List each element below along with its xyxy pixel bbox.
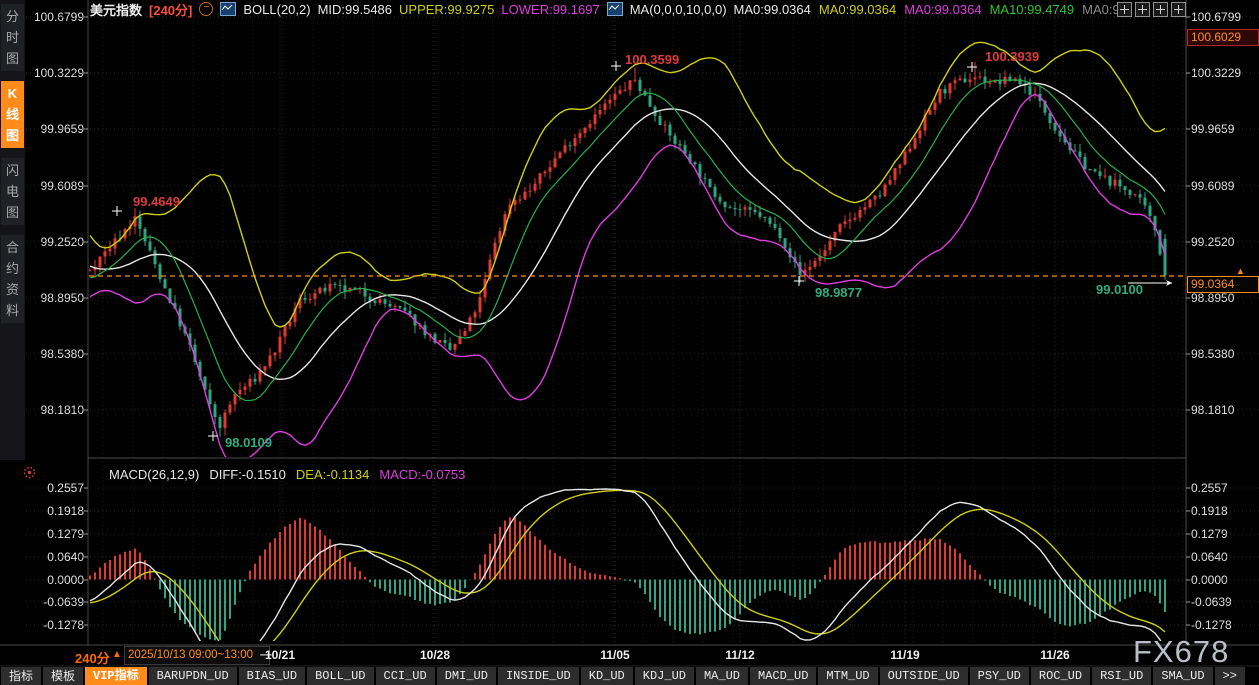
chart-tool-buttons xyxy=(1117,2,1186,17)
sidebar-tab-char: 约 xyxy=(1,258,24,279)
ma-chart-icon[interactable] xyxy=(607,2,623,16)
price-annotation: 99.0100 xyxy=(1096,282,1143,297)
date-axis: 240分 ▲ 2025/10/13 09:00~13:00 — 10/21 10/… xyxy=(0,645,1259,666)
date-label: 11/19 xyxy=(890,648,919,662)
date-range-text: 2025/10/13 09:00~13:00 xyxy=(128,649,253,661)
macd-settings-icon[interactable] xyxy=(22,465,37,483)
ma-label: MA(0,0,0,10,0,0) xyxy=(630,2,727,17)
date-label: 11/12 xyxy=(725,648,754,662)
macd-label: MACD(26,12,9) xyxy=(109,467,199,482)
indicator-header: 美元指数 [240分] − BOLL(20,2) MID:99.5486 UPP… xyxy=(90,1,1120,17)
collapse-circle-icon[interactable]: − xyxy=(199,2,213,16)
toolbar-tab-mtm_ud[interactable]: MTM_UD xyxy=(818,667,877,685)
boll-upper-value: UPPER:99.9275 xyxy=(399,2,494,17)
price-annotation: 100.3599 xyxy=(625,52,679,67)
date-label: 10/21 xyxy=(265,648,295,662)
pane-chart-icon[interactable] xyxy=(1153,2,1168,17)
price-annotation: 98.0109 xyxy=(225,435,272,450)
ma-value: MA10:99.4749 xyxy=(990,2,1075,17)
app-root: 分时图K线图闪电图合约资料 美元指数 [240分] − BOLL(20,2) M… xyxy=(0,0,1259,685)
ma-value: MA0:99.0364 xyxy=(904,2,981,17)
toolbar-tab-cci_ud[interactable]: CCI_UD xyxy=(376,667,435,685)
left-tab-sidebar: 分时图K线图闪电图合约资料 xyxy=(0,0,25,460)
zoom-axis-icon[interactable] xyxy=(1135,2,1150,17)
bottom-timeframe-label[interactable]: 240分 xyxy=(75,648,110,667)
date-range-box[interactable]: 2025/10/13 09:00~13:00 — xyxy=(124,646,270,665)
toolbar-tab-barupdn_ud[interactable]: BARUPDN_UD xyxy=(149,667,237,685)
price-annotation: 100.3939 xyxy=(985,49,1039,64)
macd-header: MACD(26,12,9) DIFF:-0.1510 DEA:-0.1134 M… xyxy=(22,465,465,483)
next-pane-icon[interactable] xyxy=(1171,2,1186,17)
chart-canvas[interactable] xyxy=(0,0,1259,685)
ma-value: MA0:9 xyxy=(1082,2,1120,17)
toolbar-tab-kdj_ud[interactable]: KDJ_UD xyxy=(635,667,694,685)
price-annotation: 98.9877 xyxy=(815,285,862,300)
ma-value: MA0:99.0364 xyxy=(819,2,896,17)
ma-value: MA0:99.0364 xyxy=(734,2,811,17)
sidebar-tab-char: 合 xyxy=(1,237,24,258)
toolbar-tab-kd_ud[interactable]: KD_UD xyxy=(581,667,633,685)
sidebar-tab-char: 分 xyxy=(1,6,24,27)
sidebar-tab-char: 料 xyxy=(1,300,24,321)
macd-diff-value: DIFF:-0.1510 xyxy=(209,467,286,482)
sidebar-tab-char: 闪 xyxy=(1,160,24,181)
boll-mid-value: MID:99.5486 xyxy=(318,2,392,17)
toolbar-tab-[interactable]: 指标 xyxy=(1,667,41,685)
timeframe-label[interactable]: [240分] xyxy=(149,0,192,19)
ma-values: MA0:99.0364 MA0:99.0364 MA0:99.0364 MA10:99… xyxy=(734,2,1120,17)
toolbar-tab-vip[interactable]: VIP指标 xyxy=(85,667,147,685)
toolbar-tab-dmi_ud[interactable]: DMI_UD xyxy=(437,667,496,685)
sidebar-tab-char: 资 xyxy=(1,279,24,300)
toolbar-tab-psy_ud[interactable]: PSY_UD xyxy=(970,667,1029,685)
toolbar-tab-roc_ud[interactable]: ROC_UD xyxy=(1031,667,1090,685)
toolbar-tab-bias_ud[interactable]: BIAS_UD xyxy=(239,667,305,685)
timeframe-up-arrow-icon[interactable]: ▲ xyxy=(112,649,122,660)
price-up-arrow-icon: ▲ xyxy=(1236,266,1245,276)
boll-label: BOLL(20,2) xyxy=(243,2,310,17)
symbol-name: 美元指数 xyxy=(90,0,142,19)
date-label: 11/05 xyxy=(600,648,629,662)
sidebar-tab-char: 图 xyxy=(1,202,24,223)
macd-dea-value: DEA:-0.1134 xyxy=(296,467,369,482)
sidebar-tab-char: 线 xyxy=(1,104,24,125)
sidebar-tab-3[interactable]: 闪电图 xyxy=(1,158,24,225)
sidebar-tab-char: 图 xyxy=(1,125,24,146)
sidebar-tab-4[interactable]: 合约资料 xyxy=(1,235,24,323)
toolbar-tab-outside_ud[interactable]: OUTSIDE_UD xyxy=(880,667,968,685)
sidebar-tab-char: K xyxy=(1,83,24,104)
session-high-box: 100.6029 xyxy=(1187,29,1259,46)
date-label: 10/28 xyxy=(420,648,450,662)
sidebar-tab-char: 图 xyxy=(1,48,24,69)
sidebar-tab-2[interactable]: K线图 xyxy=(1,81,24,148)
sidebar-tab-char: 电 xyxy=(1,181,24,202)
toolbar-tab-inside_ud[interactable]: INSIDE_UD xyxy=(498,667,579,685)
sidebar-tab-char: 时 xyxy=(1,27,24,48)
toolbar-tab-boll_ud[interactable]: BOLL_UD xyxy=(307,667,373,685)
boll-lower-value: LOWER:99.1697 xyxy=(501,2,599,17)
fx678-watermark: FX678 xyxy=(1133,634,1229,670)
sidebar-tab-1[interactable]: 分时图 xyxy=(1,4,24,71)
indicator-toolbar: 指标模板VIP指标BARUPDN_UDBIAS_UDBOLL_UDCCI_UDD… xyxy=(0,667,1259,685)
move-icon[interactable] xyxy=(1117,2,1132,17)
macd-macd-value: MACD:-0.0753 xyxy=(379,467,465,482)
toolbar-tab-macd_ud[interactable]: MACD_UD xyxy=(750,667,816,685)
last-price-box: 99.0364 xyxy=(1187,276,1259,293)
boll-chart-icon[interactable] xyxy=(220,2,236,16)
toolbar-tab-ma_ud[interactable]: MA_UD xyxy=(696,667,748,685)
toolbar-tab-[interactable]: 模板 xyxy=(43,667,83,685)
price-annotation: 99.4649 xyxy=(133,194,180,209)
date-label: 11/26 xyxy=(1040,648,1069,662)
